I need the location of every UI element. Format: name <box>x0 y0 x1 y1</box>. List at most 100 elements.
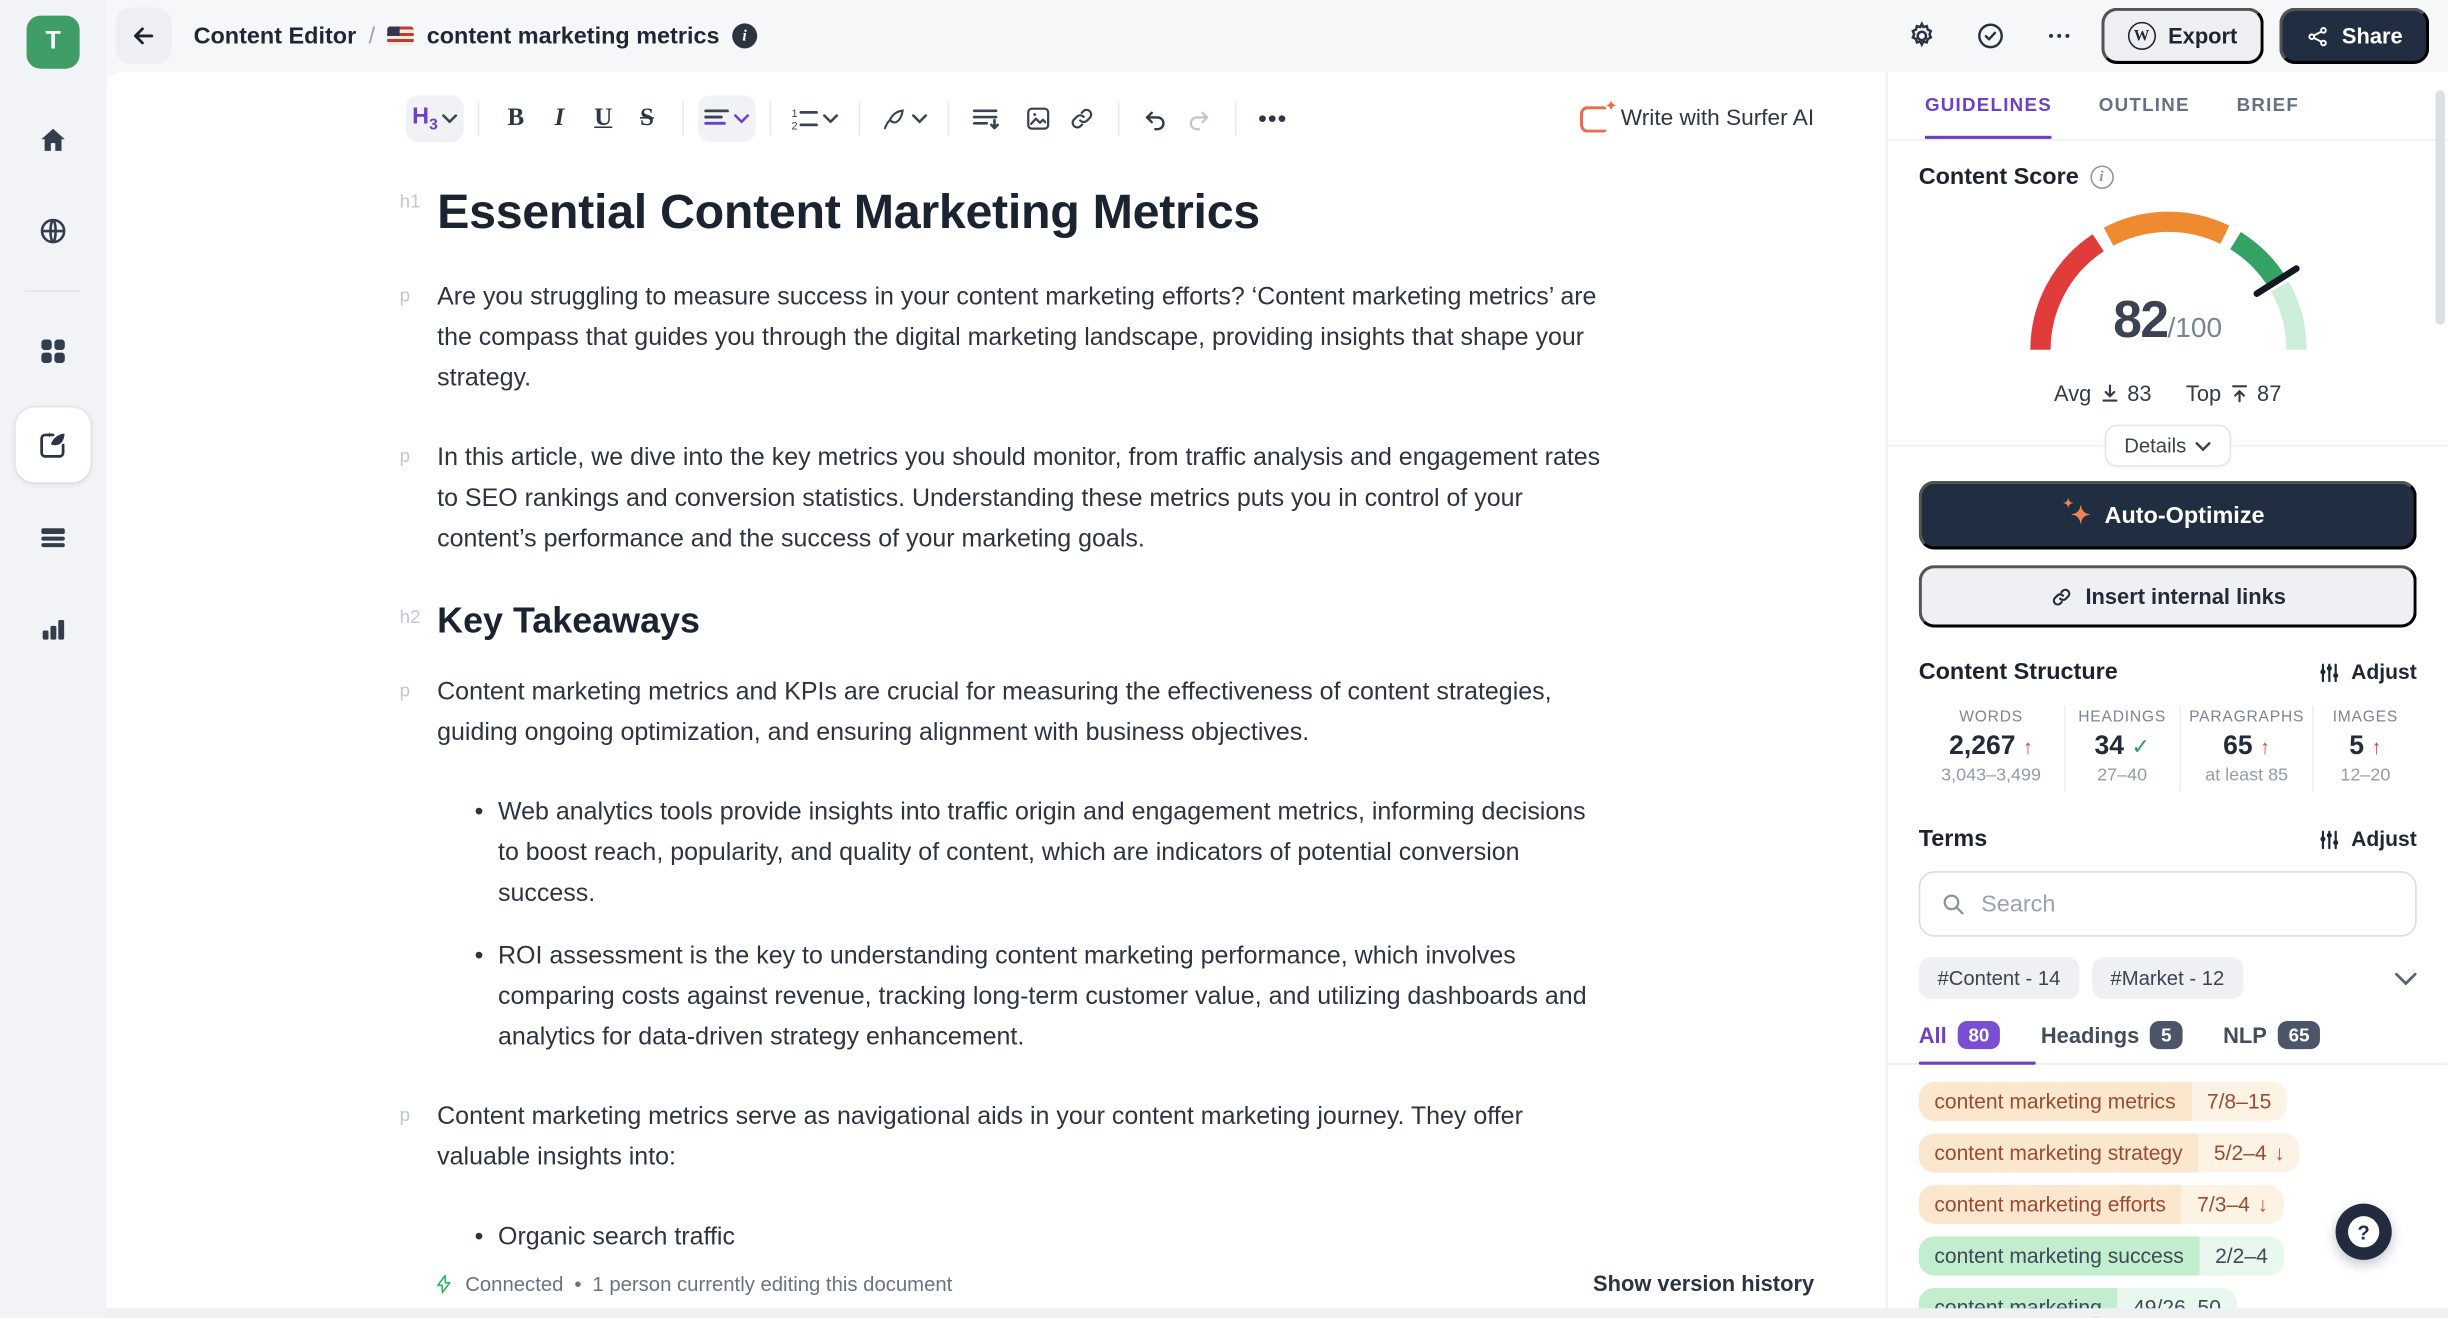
sidebar-item-dashboard[interactable] <box>19 317 88 386</box>
content-score-gauge: 82 /100 <box>1988 194 2347 378</box>
term-text: content marketing metrics <box>1918 1081 2192 1121</box>
redo-icon[interactable] <box>1178 95 1222 142</box>
sidebar-item-analytics[interactable] <box>19 595 88 664</box>
term-count: 7/3–4 ↓ <box>2181 1184 2284 1224</box>
terms-title: Terms <box>1918 825 1988 853</box>
term-count: 5/2–4 ↓ <box>2198 1133 2301 1173</box>
filters-expand-chevron-icon[interactable] <box>2395 972 2417 985</box>
block-type-gutter: h2 <box>399 605 421 628</box>
editor-p[interactable]: In this article, we dive into the key me… <box>437 439 1605 561</box>
tab-outline[interactable]: OUTLINE <box>2099 72 2190 139</box>
top-bar: Content Editor / content marketing metri… <box>106 0 2448 72</box>
sidebar-item-documents[interactable] <box>19 504 88 573</box>
italic-button[interactable]: I <box>538 95 582 142</box>
panel-scrollbar[interactable] <box>2435 90 2445 325</box>
editor-card: H3 B I U S 12 ••• ✦ Write with Surfer AI… <box>106 71 1886 1318</box>
bullet-item[interactable]: Organic search traffic <box>475 1218 1605 1252</box>
sidebar-item-home[interactable] <box>19 106 88 175</box>
list-dropdown[interactable]: 12 <box>786 95 845 142</box>
more-options-icon[interactable] <box>2032 12 2085 59</box>
details-dropdown[interactable]: Details <box>2103 424 2232 467</box>
editor-h1[interactable]: Essential Content Marketing Metrics <box>437 184 1605 240</box>
term-tab-all[interactable]: All 80 <box>1919 1021 2001 1050</box>
editor-status-bar: Connected • 1 person currently editing t… <box>434 1252 1814 1314</box>
sidebar-divider <box>24 290 82 292</box>
terms-search[interactable] <box>1918 871 2417 937</box>
terms-adjust-button[interactable]: Adjust <box>2318 827 2417 851</box>
score-max: /100 <box>2167 312 2223 344</box>
write-with-surfer-ai-button[interactable]: Write with Surfer AI <box>1580 98 1814 132</box>
stat-images: IMAGES 5 ↑ 12–20 <box>2312 705 2416 792</box>
term-tab-count: 80 <box>1957 1021 2001 1050</box>
term-tab-nlp[interactable]: NLP 65 <box>2223 1021 2321 1050</box>
term-count: 2/2–4 <box>2199 1236 2284 1276</box>
search-input[interactable] <box>1981 890 2395 918</box>
document-scroll-area[interactable]: h1 Essential Content Marketing Metrics p Ar… <box>106 150 1886 1252</box>
bullet-list[interactable]: Organic search trafficViewsTraffic sourc… <box>437 1218 1605 1252</box>
stat-label: WORDS <box>1959 708 2023 726</box>
editor-p[interactable]: Are you struggling to measure success in… <box>437 278 1605 400</box>
term-pill[interactable]: content marketing metrics 7/8–15 <box>1918 1081 2287 1121</box>
show-version-history-link[interactable]: Show version history <box>1593 1271 1814 1296</box>
share-button[interactable]: Share <box>2279 7 2430 65</box>
tab-brief[interactable]: BRIEF <box>2237 72 2299 139</box>
bullet-item[interactable]: Web analytics tools provide insights int… <box>475 793 1605 915</box>
back-button[interactable] <box>115 7 172 65</box>
insert-image-icon[interactable] <box>1017 95 1061 142</box>
underline-button[interactable]: U <box>581 95 625 142</box>
term-pill[interactable]: content marketing strategy 5/2–4 ↓ <box>1918 1133 2301 1173</box>
stat-value: 65 <box>2223 730 2253 761</box>
highlight-pen-dropdown[interactable] <box>875 95 934 142</box>
settings-gear-icon[interactable] <box>1895 12 1948 59</box>
editor-h2[interactable]: Key Takeaways <box>437 600 1605 642</box>
heading-style-dropdown[interactable]: H3 <box>405 95 465 143</box>
rows-icon <box>37 523 68 554</box>
sidebar-item-content-editor[interactable] <box>15 407 91 483</box>
structure-adjust-button[interactable]: Adjust <box>2318 660 2417 684</box>
term-pill[interactable]: content marketing success 2/2–4 <box>1918 1236 2284 1276</box>
bottom-edge <box>106 1308 2448 1318</box>
tab-guidelines[interactable]: GUIDELINES <box>1924 72 2052 139</box>
term-pill[interactable]: content marketing efforts 7/3–4 ↓ <box>1918 1184 2284 1224</box>
bullet-list[interactable]: Web analytics tools provide insights int… <box>437 793 1605 1058</box>
panel-tabs: GUIDELINES OUTLINE BRIEF <box>1887 72 2448 141</box>
indent-icon[interactable] <box>964 95 1008 142</box>
stat-value: 34 <box>2094 730 2125 761</box>
insert-link-icon[interactable] <box>1061 95 1105 142</box>
content-structure-stats: WORDS 2,267 ↑ 3,043–3,499 HEADINGS 34 ✓ 27–40… <box>1919 705 2417 792</box>
editor-p[interactable]: Content marketing metrics and KPIs are c… <box>437 673 1605 754</box>
export-button[interactable]: W Export <box>2100 7 2264 65</box>
toolbar-more-icon[interactable]: ••• <box>1251 95 1295 142</box>
write-icon <box>36 428 70 462</box>
insert-internal-links-button[interactable]: Insert internal links <box>1918 565 2417 628</box>
alignment-dropdown[interactable] <box>698 95 757 143</box>
auto-optimize-button[interactable]: ✦ Auto-Optimize <box>1918 480 2417 550</box>
stat-value: 2,267 <box>1949 730 2016 761</box>
globe-icon <box>37 215 68 246</box>
filter-chip[interactable]: #Market - 12 <box>2091 957 2244 1000</box>
content-score-info-icon[interactable]: i <box>2089 165 2114 189</box>
search-icon <box>1941 891 1966 916</box>
editor-p[interactable]: Content marketing metrics serve as navig… <box>437 1098 1605 1179</box>
stat-range: 12–20 <box>2340 766 2391 786</box>
bullet-item[interactable]: ROI assessment is the key to understandi… <box>475 937 1605 1059</box>
workspace-logo[interactable]: T <box>26 15 80 69</box>
filter-chip[interactable]: #Content - 14 <box>1918 957 2080 1000</box>
breadcrumb-separator: / <box>368 22 376 50</box>
stat-range: 3,043–3,499 <box>1941 766 2042 786</box>
bar-chart-icon <box>37 614 68 645</box>
document-title[interactable]: content marketing metrics <box>427 23 720 50</box>
check-circle-icon[interactable] <box>1964 12 2017 59</box>
bold-button[interactable]: B <box>494 95 538 142</box>
undo-icon[interactable] <box>1134 95 1178 142</box>
help-button[interactable]: ? <box>2335 1203 2392 1260</box>
term-tab-headings[interactable]: Headings 5 <box>2041 1021 2183 1050</box>
avg-down-to-bar-icon <box>2101 384 2118 403</box>
term-count: 7/8–15 <box>2191 1081 2287 1121</box>
sidebar-item-domains[interactable] <box>19 197 88 266</box>
up-arrow-icon: ↑ <box>2260 735 2271 759</box>
breadcrumb-app[interactable]: Content Editor <box>194 23 357 50</box>
strikethrough-button[interactable]: S <box>625 95 669 142</box>
info-icon[interactable]: i <box>732 23 758 49</box>
avg-score: 83 <box>2127 380 2152 406</box>
